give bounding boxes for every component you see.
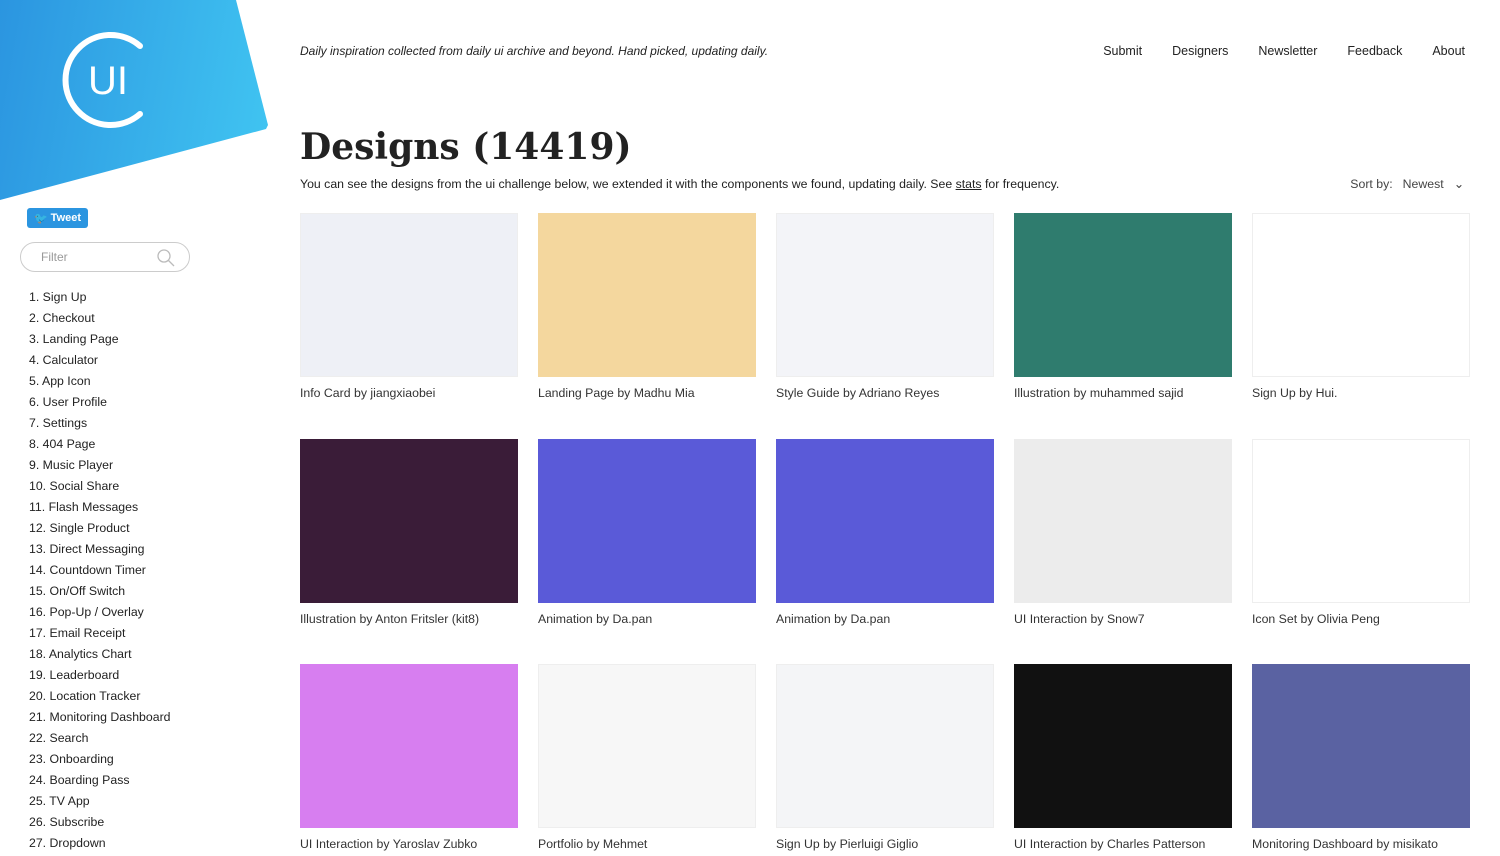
design-card[interactable]: Illustration by muhammed sajid	[1014, 213, 1232, 400]
stats-link[interactable]: stats	[956, 177, 982, 191]
nav-link-feedback[interactable]: Feedback	[1347, 44, 1402, 58]
design-thumbnail[interactable]	[1252, 213, 1470, 377]
design-thumbnail[interactable]	[1252, 664, 1470, 828]
top-nav: Submit Designers Newsletter Feedback About	[1103, 44, 1465, 58]
category-item[interactable]: 17. Email Receipt	[29, 625, 171, 646]
category-item[interactable]: 3. Landing Page	[29, 331, 171, 352]
tagline: Daily inspiration collected from daily u…	[300, 44, 769, 58]
category-item[interactable]: 20. Location Tracker	[29, 688, 171, 709]
category-item[interactable]: 19. Leaderboard	[29, 667, 171, 688]
design-caption[interactable]: UI Interaction by Yaroslav Zubko	[300, 837, 518, 851]
filter-input[interactable]: Filter	[20, 242, 190, 272]
design-thumbnail[interactable]	[538, 664, 756, 828]
category-item[interactable]: 24. Boarding Pass	[29, 772, 171, 793]
category-item[interactable]: 4. Calculator	[29, 352, 171, 373]
design-thumbnail[interactable]	[776, 213, 994, 377]
design-card[interactable]: Monitoring Dashboard by misikato	[1252, 664, 1470, 851]
category-item[interactable]: 23. Onboarding	[29, 751, 171, 772]
svg-text:UI: UI	[88, 59, 128, 103]
design-card[interactable]: Animation by Da.pan	[776, 438, 994, 626]
tweet-button[interactable]: 🐦 Tweet	[27, 208, 88, 228]
design-caption[interactable]: Sign Up by Pierluigi Giglio	[776, 837, 994, 851]
design-caption[interactable]: Portfolio by Mehmet	[538, 837, 756, 851]
design-caption[interactable]: Sign Up by Hui.	[1252, 386, 1470, 400]
category-item[interactable]: 22. Search	[29, 730, 171, 751]
design-caption[interactable]: Illustration by muhammed sajid	[1014, 386, 1232, 400]
category-item[interactable]: 2. Checkout	[29, 310, 171, 331]
sort-label: Sort by:	[1350, 177, 1393, 191]
category-item[interactable]: 5. App Icon	[29, 373, 171, 394]
design-caption[interactable]: Illustration by Anton Fritsler (kit8)	[300, 612, 518, 626]
design-caption[interactable]: Landing Page by Madhu Mia	[538, 386, 756, 400]
design-thumbnail[interactable]	[1014, 664, 1232, 828]
design-card[interactable]: UI Interaction by Snow7	[1014, 438, 1232, 626]
category-item[interactable]: 13. Direct Messaging	[29, 541, 171, 562]
category-item[interactable]: 21. Monitoring Dashboard	[29, 709, 171, 730]
category-item[interactable]: 1. Sign Up	[29, 289, 171, 310]
category-item[interactable]: 15. On/Off Switch	[29, 583, 171, 604]
category-item[interactable]: 14. Countdown Timer	[29, 562, 171, 583]
design-card[interactable]: Sign Up by Pierluigi Giglio	[776, 664, 994, 851]
design-thumbnail[interactable]	[776, 438, 994, 603]
design-thumbnail[interactable]	[1014, 438, 1232, 603]
chevron-down-icon: ⌄	[1453, 177, 1464, 191]
nav-link-about[interactable]: About	[1432, 44, 1465, 58]
category-item[interactable]: 27. Dropdown	[29, 835, 171, 856]
filter-placeholder: Filter	[41, 250, 68, 264]
category-item[interactable]: 8. 404 Page	[29, 436, 171, 457]
design-card[interactable]: Icon Set by Olivia Peng	[1252, 438, 1470, 626]
design-caption[interactable]: Style Guide by Adriano Reyes	[776, 386, 994, 400]
design-thumbnail[interactable]	[300, 438, 518, 603]
design-card[interactable]: Animation by Da.pan	[538, 438, 756, 626]
category-item[interactable]: 16. Pop-Up / Overlay	[29, 604, 171, 625]
design-thumbnail[interactable]	[1014, 213, 1232, 377]
design-card[interactable]: Style Guide by Adriano Reyes	[776, 213, 994, 400]
design-card[interactable]: Sign Up by Hui.	[1252, 213, 1470, 400]
design-card[interactable]: UI Interaction by Charles Patterson	[1014, 664, 1232, 851]
design-thumbnail[interactable]	[300, 213, 518, 377]
nav-link-designers[interactable]: Designers	[1172, 44, 1228, 58]
category-list: 1. Sign Up 2. Checkout 3. Landing Page 4. C…	[29, 289, 171, 856]
design-caption[interactable]: Animation by Da.pan	[538, 612, 756, 626]
twitter-icon: 🐦	[33, 212, 48, 225]
design-caption[interactable]: Info Card by jiangxiaobei	[300, 386, 518, 400]
design-thumbnail[interactable]	[1252, 438, 1470, 603]
category-item[interactable]: 18. Analytics Chart	[29, 646, 171, 667]
design-thumbnail[interactable]	[776, 664, 994, 828]
design-caption[interactable]: Icon Set by Olivia Peng	[1252, 612, 1470, 626]
design-card[interactable]: Portfolio by Mehmet	[538, 664, 756, 851]
page-title: Designs (14419)	[300, 126, 632, 168]
design-thumbnail[interactable]	[538, 213, 756, 377]
design-card[interactable]: Info Card by jiangxiaobei	[300, 213, 518, 400]
design-thumbnail[interactable]	[538, 438, 756, 603]
category-item[interactable]: 10. Social Share	[29, 478, 171, 499]
design-card[interactable]: Landing Page by Madhu Mia	[538, 213, 756, 400]
category-item[interactable]: 7. Settings	[29, 415, 171, 436]
category-item[interactable]: 26. Subscribe	[29, 814, 171, 835]
sort-value: Newest	[1402, 177, 1444, 191]
design-card[interactable]: UI Interaction by Yaroslav Zubko	[300, 664, 518, 851]
design-thumbnail[interactable]	[300, 664, 518, 828]
tweet-label: Tweet	[50, 212, 82, 224]
search-icon[interactable]	[157, 249, 175, 267]
design-caption[interactable]: UI Interaction by Charles Patterson	[1014, 837, 1232, 851]
design-caption[interactable]: Animation by Da.pan	[776, 612, 994, 626]
category-item[interactable]: 6. User Profile	[29, 394, 171, 415]
design-caption[interactable]: UI Interaction by Snow7	[1014, 612, 1232, 626]
category-item[interactable]: 9. Music Player	[29, 457, 171, 478]
page-subtitle: You can see the designs from the ui chal…	[300, 177, 1060, 191]
ui-logo[interactable]: UI	[58, 30, 158, 130]
design-caption[interactable]: Monitoring Dashboard by misikato	[1252, 837, 1470, 851]
sort-dropdown[interactable]: Sort by: Newest ⌄	[1350, 177, 1464, 191]
category-item[interactable]: 11. Flash Messages	[29, 499, 171, 520]
nav-link-submit[interactable]: Submit	[1103, 44, 1142, 58]
category-item[interactable]: 25. TV App	[29, 793, 171, 814]
nav-link-newsletter[interactable]: Newsletter	[1258, 44, 1317, 58]
design-card[interactable]: Illustration by Anton Fritsler (kit8)	[300, 438, 518, 626]
category-item[interactable]: 12. Single Product	[29, 520, 171, 541]
